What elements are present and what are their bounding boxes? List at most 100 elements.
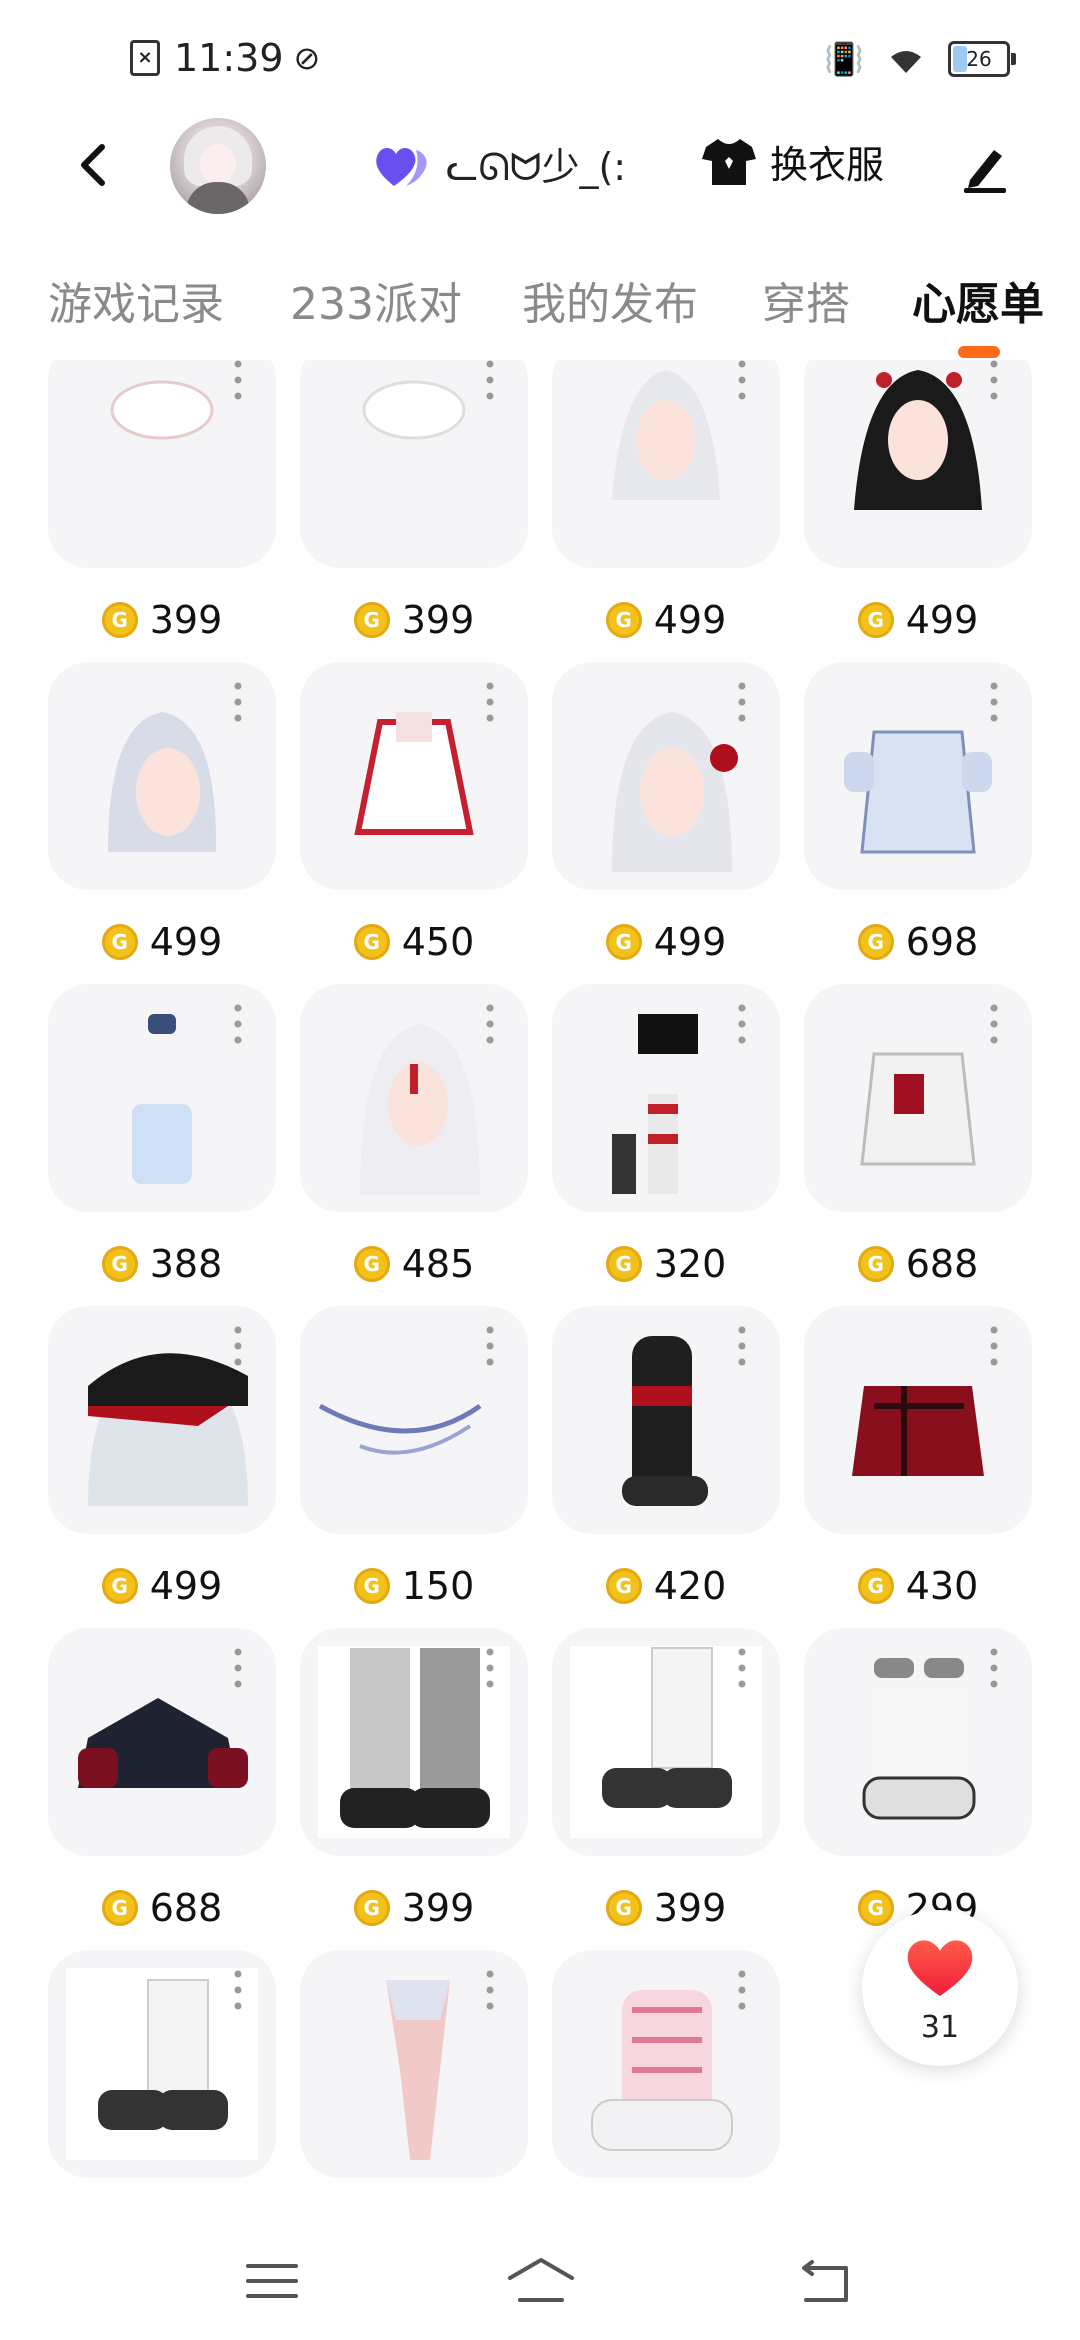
item-card[interactable] [804, 1628, 1032, 1856]
back-arrow-icon[interactable] [66, 135, 126, 195]
item-card[interactable] [300, 662, 528, 890]
wishlist-item[interactable]: 399 [552, 1628, 780, 1930]
item-card[interactable] [48, 1628, 276, 1856]
item-card[interactable] [48, 1306, 276, 1534]
more-options-icon[interactable] [234, 682, 242, 722]
more-options-icon[interactable] [234, 1004, 242, 1044]
more-options-icon[interactable] [738, 1970, 746, 2010]
battery-icon: 26 [948, 41, 1016, 77]
more-options-icon[interactable] [990, 682, 998, 722]
item-price: 388 [48, 1242, 276, 1286]
item-card[interactable] [804, 984, 1032, 1212]
more-options-icon[interactable] [738, 360, 746, 400]
more-options-icon[interactable] [234, 1648, 242, 1688]
tshirt-icon [702, 138, 756, 185]
more-options-icon[interactable] [486, 682, 494, 722]
wishlist-item[interactable]: 499 [804, 360, 1032, 642]
wishlist-item[interactable]: 430 [804, 1306, 1032, 1608]
wishlist-item[interactable]: 485 [300, 984, 528, 1286]
item-card[interactable] [804, 1306, 1032, 1534]
more-options-icon[interactable] [990, 1648, 998, 1688]
avatar[interactable] [170, 118, 266, 214]
tab-my-posts[interactable]: 我的发布 [522, 268, 698, 332]
wishlist-item[interactable]: 399 [300, 360, 528, 642]
wishlist-item[interactable]: 399 [300, 1628, 528, 1930]
more-options-icon[interactable] [990, 360, 998, 400]
change-clothes-button[interactable]: 换衣服 [700, 134, 884, 189]
tab-outfits[interactable]: 穿搭 [762, 268, 850, 332]
profile-header: ᓚᘏᗢ少_(:⋯ 换衣服 [0, 110, 1080, 220]
price-value: 499 [653, 920, 727, 964]
like-button[interactable]: 31 [862, 1910, 1018, 2066]
wishlist-item[interactable]: 399 [48, 1950, 276, 2210]
more-options-icon[interactable] [486, 1326, 494, 1366]
more-options-icon[interactable] [738, 682, 746, 722]
back-icon[interactable] [796, 2256, 856, 2306]
wishlist-item[interactable]: 450 [300, 662, 528, 964]
sync-icon: ⊘ [293, 39, 321, 77]
item-card[interactable] [48, 1950, 276, 2178]
tab-game-records[interactable]: 游戏记录 [48, 268, 224, 332]
wishlist-item[interactable]: 420 [552, 1306, 780, 1608]
more-options-icon[interactable] [234, 1970, 242, 2010]
item-price: 320 [552, 1242, 780, 1286]
wishlist-item[interactable]: 499 [552, 360, 780, 642]
wishlist-item[interactable]: 499 [552, 662, 780, 964]
item-card[interactable] [300, 1628, 528, 1856]
wishlist-item[interactable]: 698 [804, 662, 1032, 964]
item-card[interactable] [552, 662, 780, 890]
item-card[interactable] [552, 1306, 780, 1534]
item-card[interactable] [300, 984, 528, 1212]
item-price: 430 [804, 1564, 1032, 1608]
wishlist-item[interactable]: 399 [552, 1950, 780, 2210]
item-card[interactable] [300, 1950, 528, 2178]
wishlist-item[interactable]: 399 [300, 1950, 528, 2210]
more-options-icon[interactable] [486, 1970, 494, 2010]
wishlist-item[interactable]: 688 [804, 984, 1032, 1286]
item-card[interactable] [48, 360, 276, 568]
item-card[interactable] [552, 984, 780, 1212]
wishlist-item[interactable]: 399 [48, 360, 276, 642]
coin-icon [101, 1890, 138, 1926]
wishlist-item[interactable]: 150 [300, 1306, 528, 1608]
wishlist-item[interactable]: 320 [552, 984, 780, 1286]
item-card[interactable] [300, 1306, 528, 1534]
item-card[interactable] [48, 662, 276, 890]
more-options-icon[interactable] [486, 360, 494, 400]
wishlist-item[interactable]: 299 [804, 1628, 1032, 1930]
menu-icon[interactable] [242, 2256, 302, 2306]
tab-wishlist[interactable]: 心愿单 [912, 268, 1044, 332]
wishlist-item[interactable]: 499 [48, 662, 276, 964]
item-price: 399 [300, 598, 528, 642]
item-card[interactable] [804, 360, 1032, 568]
price-value: 485 [401, 1242, 475, 1286]
price-value: 399 [401, 1886, 475, 1930]
more-options-icon[interactable] [990, 1004, 998, 1044]
wishlist-item[interactable]: 388 [48, 984, 276, 1286]
home-icon[interactable] [506, 2256, 576, 2306]
item-price: 499 [48, 920, 276, 964]
more-options-icon[interactable] [738, 1648, 746, 1688]
coin-icon [857, 602, 894, 638]
price-value: 399 [654, 2208, 727, 2210]
tab-233-party[interactable]: 233派对 [290, 268, 462, 332]
coin-icon [101, 1568, 138, 1604]
more-options-icon[interactable] [486, 1648, 494, 1688]
item-card[interactable] [48, 984, 276, 1212]
more-options-icon[interactable] [738, 1326, 746, 1366]
item-card[interactable] [552, 1950, 780, 2178]
more-options-icon[interactable] [990, 1326, 998, 1366]
item-card[interactable] [552, 1628, 780, 1856]
wishlist-item[interactable]: 688 [48, 1628, 276, 1930]
more-options-icon[interactable] [234, 1326, 242, 1366]
more-options-icon[interactable] [234, 360, 242, 400]
edit-pencil-icon[interactable] [960, 140, 1010, 194]
item-card[interactable] [300, 360, 528, 568]
couple-heart-icon [376, 148, 427, 186]
wishlist-item[interactable]: 499 [48, 1306, 276, 1608]
more-options-icon[interactable] [738, 1004, 746, 1044]
item-card[interactable] [804, 662, 1032, 890]
item-card[interactable] [552, 360, 780, 568]
more-options-icon[interactable] [486, 1004, 494, 1044]
coin-icon [101, 924, 138, 960]
